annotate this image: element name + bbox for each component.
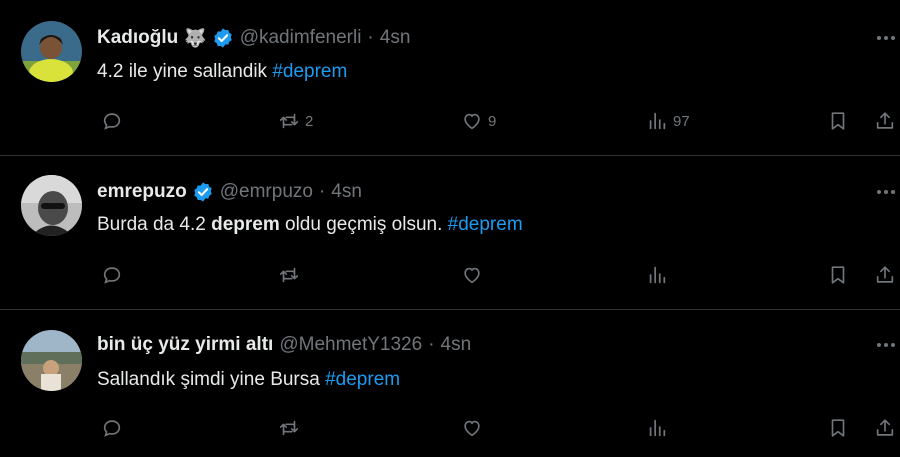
retweet-button[interactable] [278, 263, 305, 287]
more-icon[interactable] [874, 28, 898, 48]
like-icon [464, 420, 480, 437]
avatar[interactable] [21, 175, 82, 236]
reply-icon [103, 267, 121, 284]
wolf-emoji: 🐺 [184, 27, 207, 48]
tweet-text-part: oldu geçmiş olsun. [279, 214, 448, 235]
tweet-text-part: 4.2 ile yine sallandik [97, 61, 273, 82]
share-button[interactable] [874, 416, 896, 440]
share-icon [876, 112, 894, 129]
share-icon [876, 419, 894, 436]
retweet-count: 2 [305, 112, 314, 130]
bookmark-icon [831, 419, 845, 437]
author-name[interactable]: emrepuzo [97, 181, 187, 203]
tweet[interactable]: Kadıoğlu 🐺 @kadimfenerli · 4sn 4.2 ile y… [0, 0, 900, 155]
action-bar [0, 416, 900, 440]
like-icon [464, 113, 480, 130]
like-button[interactable]: 9 [461, 109, 496, 133]
tweet[interactable]: bin üç yüz yirmi altı @MehmetY1326 · 4sn… [0, 310, 900, 457]
reply-button[interactable] [101, 109, 128, 133]
timestamp[interactable]: 4sn [380, 27, 411, 49]
tweet[interactable]: emrepuzo @emrpuzo · 4sn Burda da 4.2 dep… [0, 156, 900, 309]
separator-dot: · [428, 334, 435, 355]
verified-badge-icon [194, 182, 212, 202]
like-button[interactable] [461, 263, 488, 287]
bookmark-button[interactable] [827, 416, 849, 440]
author-name[interactable]: bin üç yüz yirmi altı [97, 334, 273, 356]
like-icon [464, 267, 480, 284]
share-button[interactable] [874, 263, 896, 287]
bookmark-button[interactable] [827, 263, 849, 287]
tweet-text: 4.2 ile yine sallandik #deprem [97, 61, 347, 83]
hashtag-link[interactable]: #deprem [272, 61, 347, 82]
retweet-button[interactable]: 2 [278, 109, 313, 133]
share-icon [876, 266, 894, 283]
retweet-icon [279, 267, 299, 283]
retweet-button[interactable] [278, 416, 305, 440]
bookmark-icon [831, 266, 845, 284]
author-handle[interactable]: @MehmetY1326 [279, 334, 422, 356]
retweet-icon [279, 113, 299, 129]
tweet-text: Burda da 4.2 deprem oldu geçmiş olsun. #… [97, 214, 523, 236]
bookmark-button[interactable] [827, 109, 849, 133]
more-icon[interactable] [874, 335, 898, 355]
tweet-text-part: Burda da 4.2 [97, 214, 212, 235]
more-icon[interactable] [874, 182, 898, 202]
views-button[interactable] [646, 416, 673, 440]
views-button[interactable] [646, 263, 673, 287]
hashtag-link[interactable]: #deprem [448, 214, 523, 235]
separator-dot: · [367, 27, 374, 48]
retweet-icon [279, 420, 299, 436]
separator-dot: · [318, 181, 326, 202]
views-button[interactable]: 97 [646, 109, 690, 133]
reply-icon [103, 113, 121, 130]
verified-badge-icon [213, 28, 232, 48]
views-icon [649, 112, 666, 130]
like-count: 9 [488, 112, 497, 130]
views-icon [649, 266, 666, 284]
timestamp[interactable]: 4sn [331, 181, 362, 203]
reply-button[interactable] [101, 416, 128, 440]
author-name[interactable]: Kadıoğlu [97, 27, 178, 49]
avatar[interactable] [21, 21, 82, 82]
highlighted-term: deprem [211, 214, 280, 235]
author-handle[interactable]: @kadimfenerli [240, 27, 362, 49]
action-bar: 2 9 97 [0, 109, 900, 133]
tweet-text-part: Sallandık şimdi yine Bursa [97, 369, 326, 390]
tweet-text: Sallandık şimdi yine Bursa #deprem [97, 369, 400, 391]
views-icon [649, 419, 666, 437]
hashtag-link[interactable]: #deprem [325, 369, 400, 390]
like-button[interactable] [461, 416, 488, 440]
share-button[interactable] [874, 109, 896, 133]
timestamp[interactable]: 4sn [441, 334, 472, 356]
action-bar [0, 263, 900, 287]
bookmark-icon [831, 112, 845, 130]
reply-icon [103, 420, 121, 437]
views-count: 97 [673, 112, 690, 130]
avatar[interactable] [21, 330, 82, 391]
author-handle[interactable]: @emrpuzo [220, 181, 313, 203]
reply-button[interactable] [101, 263, 128, 287]
